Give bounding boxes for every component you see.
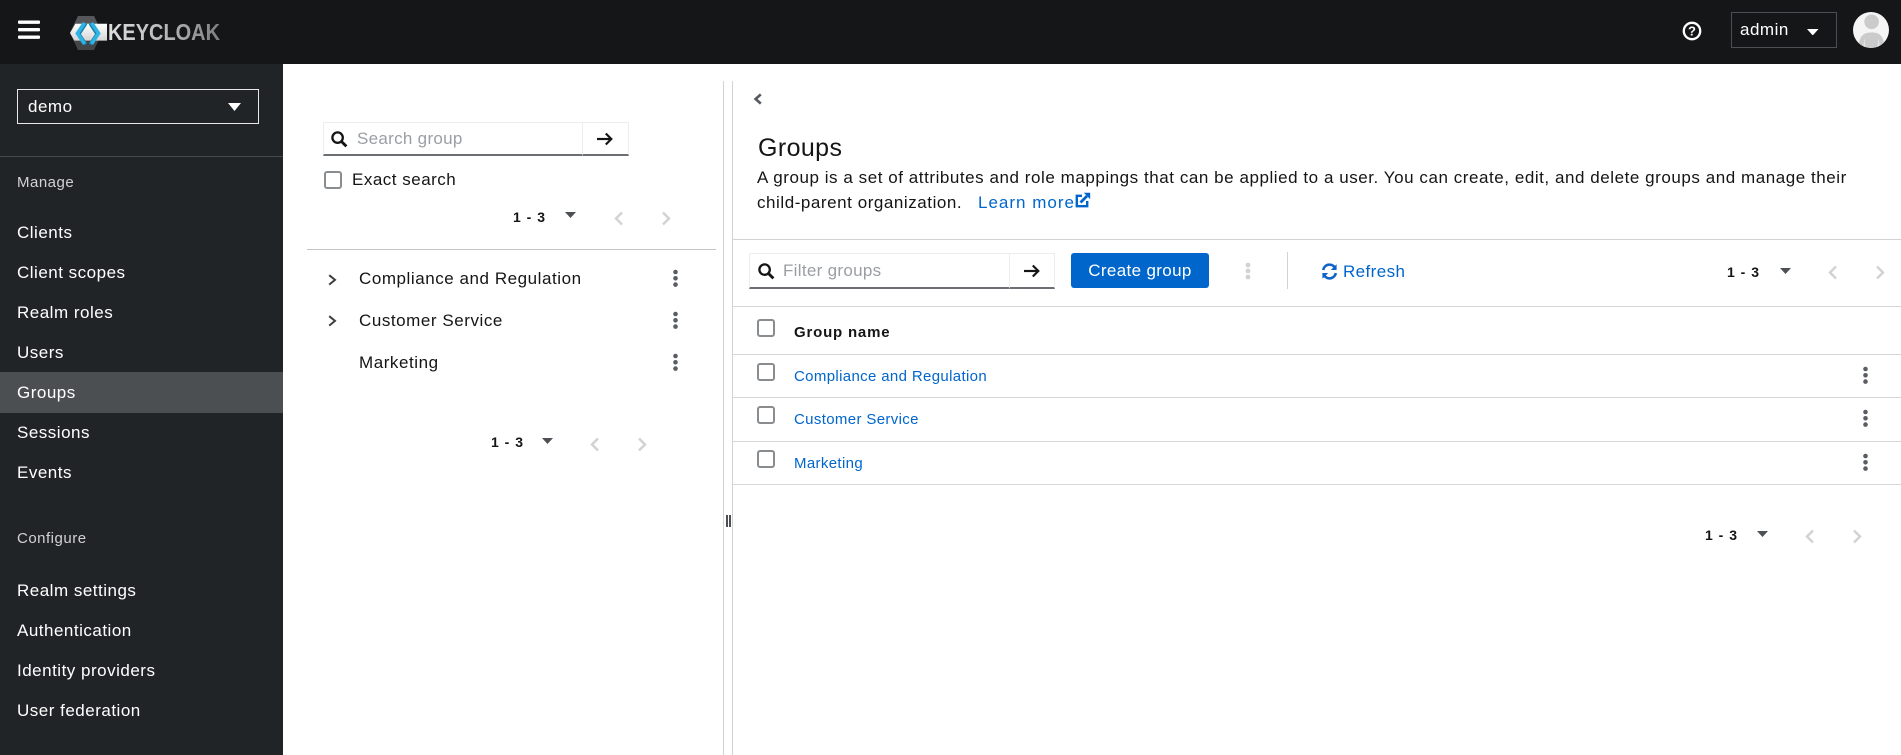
svg-text:KEYCLOAK: KEYCLOAK	[108, 19, 220, 45]
svg-text:?: ?	[1688, 24, 1696, 39]
